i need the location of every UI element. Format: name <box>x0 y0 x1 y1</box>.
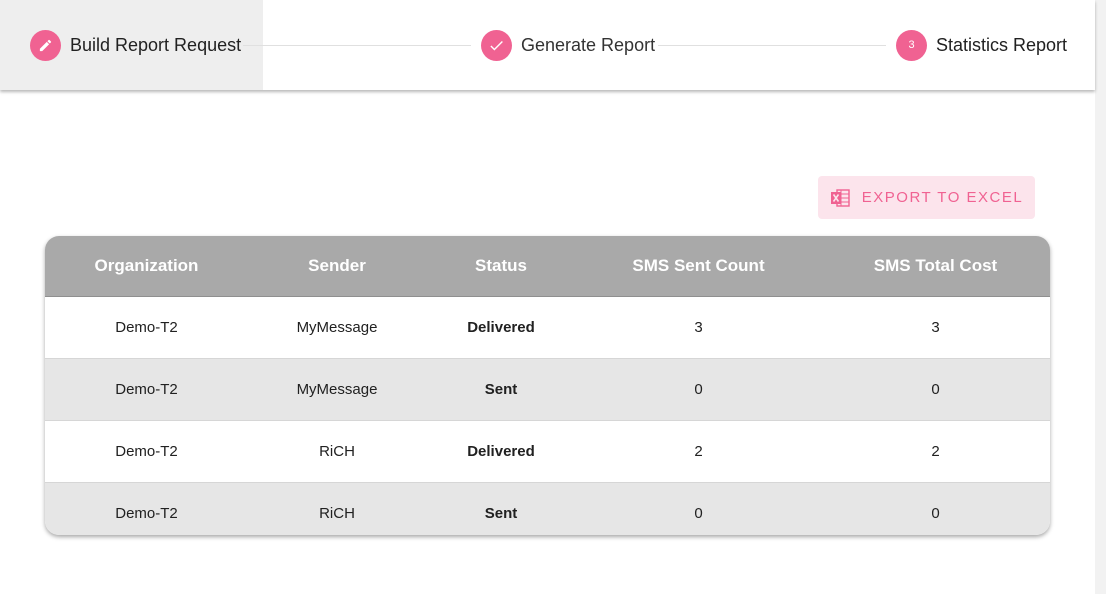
cell-status: Delivered <box>426 296 576 359</box>
cell-sender: MyMessage <box>248 358 426 421</box>
cell-sms-total-cost: 0 <box>821 482 1050 535</box>
cell-organization: Demo-T2 <box>45 296 248 359</box>
pencil-icon <box>30 29 61 61</box>
cell-sms-total-cost: 3 <box>821 296 1050 359</box>
export-button-label: EXPORT TO EXCEL <box>861 189 1024 206</box>
step-label: Generate Report <box>521 34 656 55</box>
column-header-sms-total-cost[interactable]: SMS Total Cost <box>821 236 1050 297</box>
cell-status: Delivered <box>426 420 576 483</box>
cell-sender: RiCH <box>248 482 426 535</box>
cell-organization: Demo-T2 <box>45 482 248 535</box>
cell-organization: Demo-T2 <box>45 358 248 421</box>
report-card: Build Report Request Generate Report 3 S… <box>0 0 1095 594</box>
step-label: Build Report Request <box>70 34 242 55</box>
column-header-sender[interactable]: Sender <box>248 236 426 297</box>
cell-sms-sent-count: 2 <box>576 420 821 483</box>
stepper: Build Report Request Generate Report 3 S… <box>0 0 1095 90</box>
cell-status: Sent <box>426 482 576 535</box>
cell-status: Sent <box>426 358 576 421</box>
export-to-excel-button[interactable]: EXPORT TO EXCEL <box>818 176 1035 219</box>
column-header-organization[interactable]: Organization <box>45 236 248 297</box>
column-header-status[interactable]: Status <box>426 236 576 297</box>
step-statistics-report[interactable]: 3 Statistics Report <box>896 29 1067 61</box>
step-build-report-request[interactable]: Build Report Request <box>30 29 241 61</box>
table-row: Demo-T2 RiCH Sent 0 0 <box>45 482 1050 535</box>
step-number-badge: 3 <box>896 29 927 61</box>
table-row: Demo-T2 MyMessage Delivered 3 3 <box>45 296 1050 359</box>
table-row: Demo-T2 MyMessage Sent 0 0 <box>45 358 1050 421</box>
check-icon <box>481 29 512 61</box>
table-header-row: Organization Sender Status SMS Sent Coun… <box>45 236 1050 297</box>
cell-sms-sent-count: 0 <box>576 358 821 421</box>
column-header-sms-sent-count[interactable]: SMS Sent Count <box>576 236 821 297</box>
step-label: Statistics Report <box>936 34 1068 55</box>
cell-sms-sent-count: 3 <box>576 296 821 359</box>
excel-icon <box>830 188 850 207</box>
step-connector <box>658 45 886 46</box>
cell-sender: RiCH <box>248 420 426 483</box>
step-generate-report[interactable]: Generate Report <box>481 29 655 61</box>
cell-sms-sent-count: 0 <box>576 482 821 535</box>
cell-organization: Demo-T2 <box>45 420 248 483</box>
table-row: Demo-T2 RiCH Delivered 2 2 <box>45 420 1050 483</box>
statistics-table: Organization Sender Status SMS Sent Coun… <box>45 236 1050 535</box>
cell-sender: MyMessage <box>248 296 426 359</box>
step-connector <box>243 45 471 46</box>
cell-sms-total-cost: 2 <box>821 420 1050 483</box>
cell-sms-total-cost: 0 <box>821 358 1050 421</box>
